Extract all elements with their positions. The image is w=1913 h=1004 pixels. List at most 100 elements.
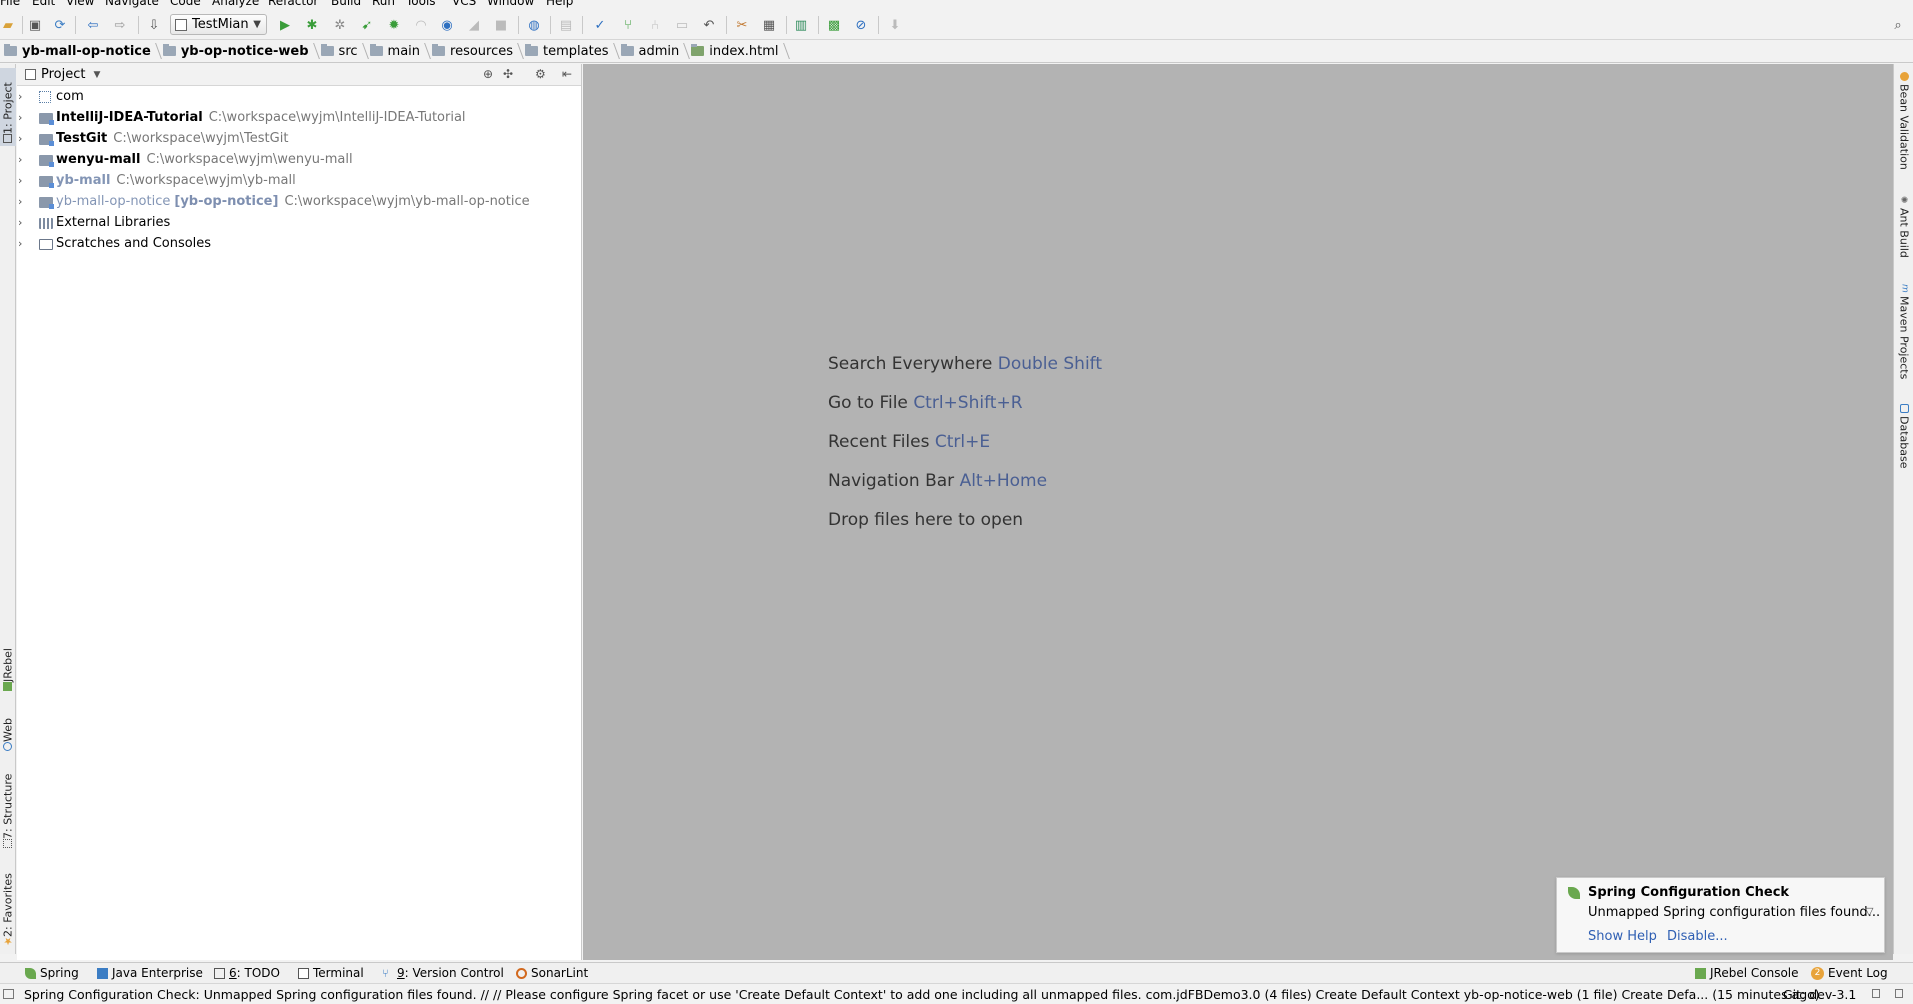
profile-icon[interactable]: ◠ <box>411 15 431 35</box>
sync-icon[interactable]: ⟳ <box>50 15 70 35</box>
tab-jrebel-console[interactable]: JRebel Console <box>1695 966 1799 980</box>
tab-database[interactable]: Database <box>1895 404 1913 474</box>
collapse-icon[interactable]: ✣ <box>503 67 513 81</box>
chevron-right-icon[interactable]: › <box>18 133 28 144</box>
tab-event-log[interactable]: 2 Event Log <box>1811 966 1888 980</box>
chevron-down-icon[interactable]: ▼ <box>93 70 100 80</box>
memory-icon[interactable] <box>1895 989 1903 998</box>
tree-item-intellij-idea-tutorial[interactable]: › IntelliJ-IDEA-Tutorial C:\workspace\wyj… <box>17 108 581 129</box>
tree-item-yb-mall[interactable]: › yb-mall C:\workspace\wyjm\yb-mall <box>17 171 581 192</box>
help-icon[interactable]: ◍ <box>524 15 544 35</box>
chevron-right-icon[interactable]: › <box>18 154 28 165</box>
chevron-right-icon[interactable]: › <box>18 112 28 123</box>
tab-ant-build[interactable]: ✺ Ant Build <box>1895 196 1913 266</box>
jrebel-debug-icon[interactable]: ✹ <box>384 15 404 35</box>
vcs-update-icon[interactable]: ▤ <box>556 15 576 35</box>
show-help-link[interactable]: Show Help <box>1588 929 1657 944</box>
save-icon[interactable]: ▣ <box>25 15 45 35</box>
tab-todo[interactable]: 6: TODO <box>214 966 280 980</box>
menu-file[interactable]: File <box>0 0 20 8</box>
menu-help[interactable]: Help <box>546 0 573 8</box>
project-structure-icon[interactable]: ▦ <box>759 15 779 35</box>
tab-sonarlint[interactable]: SonarLint <box>516 966 588 980</box>
menu-build[interactable]: Build <box>331 0 361 8</box>
forward-icon[interactable]: ⇨ <box>110 15 130 35</box>
project-view-selector[interactable]: Project <box>41 67 85 82</box>
sdk-icon[interactable]: ▥ <box>791 15 811 35</box>
tree-item-wenyu-mall[interactable]: › wenyu-mall C:\workspace\wyjm\wenyu-mall <box>17 150 581 171</box>
search-icon[interactable]: ⌕ <box>1888 15 1908 35</box>
back-icon[interactable]: ⇦ <box>83 15 103 35</box>
tab-bean-validation[interactable]: Bean Validation <box>1895 72 1913 182</box>
revert-icon[interactable]: ↶ <box>699 15 719 35</box>
breadcrumb-templates[interactable]: templates <box>525 40 614 63</box>
settings-tools-icon[interactable]: ✂ <box>732 15 752 35</box>
menu-refactor[interactable]: Refactor <box>268 0 318 8</box>
chevron-right-icon[interactable]: › <box>18 91 28 102</box>
menu-code[interactable]: Code <box>170 0 201 8</box>
coverage-icon[interactable]: ✲ <box>330 15 350 35</box>
menu-tools[interactable]: Tools <box>406 0 436 8</box>
vcs-branch-icon[interactable]: ⑂ <box>618 15 638 35</box>
vcs-compare-icon[interactable]: ⑃ <box>645 15 665 35</box>
lock-icon[interactable] <box>1872 989 1880 998</box>
breadcrumb-main[interactable]: main <box>369 40 426 63</box>
breadcrumb-module[interactable]: yb-op-notice-web <box>162 40 315 63</box>
tab-terminal[interactable]: Terminal <box>298 966 364 980</box>
vcs-commit-icon[interactable]: ✓ <box>590 15 610 35</box>
vcs-history-icon[interactable]: ▭ <box>672 15 692 35</box>
tree-item-testgit[interactable]: › TestGit C:\workspace\wyjm\TestGit <box>17 129 581 150</box>
open-icon[interactable]: ▰ <box>0 15 18 35</box>
chevron-right-icon[interactable]: › <box>18 175 28 186</box>
breadcrumb-project[interactable]: yb-mall-op-notice <box>4 40 157 63</box>
jrebel-run-icon[interactable]: ➹ <box>357 15 377 35</box>
tab-web[interactable]: Web <box>0 704 16 754</box>
disable-link[interactable]: Disable... <box>1667 929 1728 944</box>
deploy-icon[interactable]: ⬇ <box>885 15 905 35</box>
menu-analyze[interactable]: Analyze <box>212 0 259 8</box>
power-save-icon[interactable]: ⊘ <box>851 15 871 35</box>
chevron-right-icon[interactable]: › <box>18 217 28 228</box>
menu-edit[interactable]: Edit <box>32 0 55 8</box>
debug-icon[interactable]: ✱ <box>302 15 322 35</box>
update-icon[interactable]: ◢ <box>464 15 484 35</box>
tree-item-scratches[interactable]: › Scratches and Consoles <box>17 234 581 255</box>
tree-item-external-libraries[interactable]: › External Libraries <box>17 213 581 234</box>
tab-java-enterprise[interactable]: Java Enterprise <box>97 966 203 980</box>
menu-run[interactable]: Run <box>372 0 395 8</box>
config-icon <box>175 18 187 31</box>
hide-panel-icon[interactable]: ⇤ <box>562 67 572 81</box>
gear-icon[interactable]: ⚙ <box>535 67 546 81</box>
tree-item-yb-mall-op-notice[interactable]: › yb-mall-op-notice [yb-op-notice] C:\work… <box>17 192 581 213</box>
git-branch-widget[interactable]: Git: dev-3.1 <box>1783 987 1856 1002</box>
run-configuration-dropdown[interactable]: TestMian ▼ <box>170 14 267 35</box>
menu-navigate[interactable]: Navigate <box>105 0 159 8</box>
attach-icon[interactable]: ◉ <box>437 15 457 35</box>
menu-view[interactable]: View <box>66 0 94 8</box>
tab-maven-projects[interactable]: m Maven Projects <box>1895 284 1913 384</box>
chevron-right-icon[interactable]: › <box>18 238 28 249</box>
run-icon[interactable]: ▶ <box>275 15 295 35</box>
toggle-tool-windows-icon[interactable] <box>3 989 14 999</box>
breadcrumb-admin[interactable]: admin <box>620 40 686 63</box>
menu-window[interactable]: Window <box>487 0 534 8</box>
chevron-down-icon[interactable]: ▽ <box>1865 905 1873 918</box>
tab-spring[interactable]: Spring <box>25 966 79 980</box>
locate-icon[interactable]: ⊕ <box>483 67 493 81</box>
monitor-icon[interactable]: ▩ <box>824 15 844 35</box>
tab-favorites[interactable]: ★ 2: Favorites <box>0 869 16 949</box>
chevron-right-icon[interactable]: › <box>18 196 28 207</box>
editor-empty-area[interactable]: Search Everywhere Double Shift Go to Fil… <box>583 64 1893 960</box>
menu-vcs[interactable]: VCS <box>452 0 476 8</box>
breadcrumb-file[interactable]: index.html <box>691 40 784 63</box>
tab-version-control[interactable]: ⑂ 9: Version Control <box>382 966 504 980</box>
build-icon[interactable]: ⇩ <box>144 15 164 35</box>
tree-item-com[interactable]: › com <box>17 87 581 108</box>
breadcrumb-src[interactable]: src <box>320 40 364 63</box>
tab-structure[interactable]: 7: Structure <box>0 769 16 851</box>
status-message[interactable]: Spring Configuration Check: Unmapped Spr… <box>24 987 1820 1002</box>
stop-icon[interactable]: ■ <box>491 15 511 35</box>
tab-project[interactable]: 1: Project <box>0 68 16 146</box>
tab-jrebel[interactable]: JRebel <box>0 638 16 694</box>
breadcrumb-resources[interactable]: resources <box>432 40 519 63</box>
